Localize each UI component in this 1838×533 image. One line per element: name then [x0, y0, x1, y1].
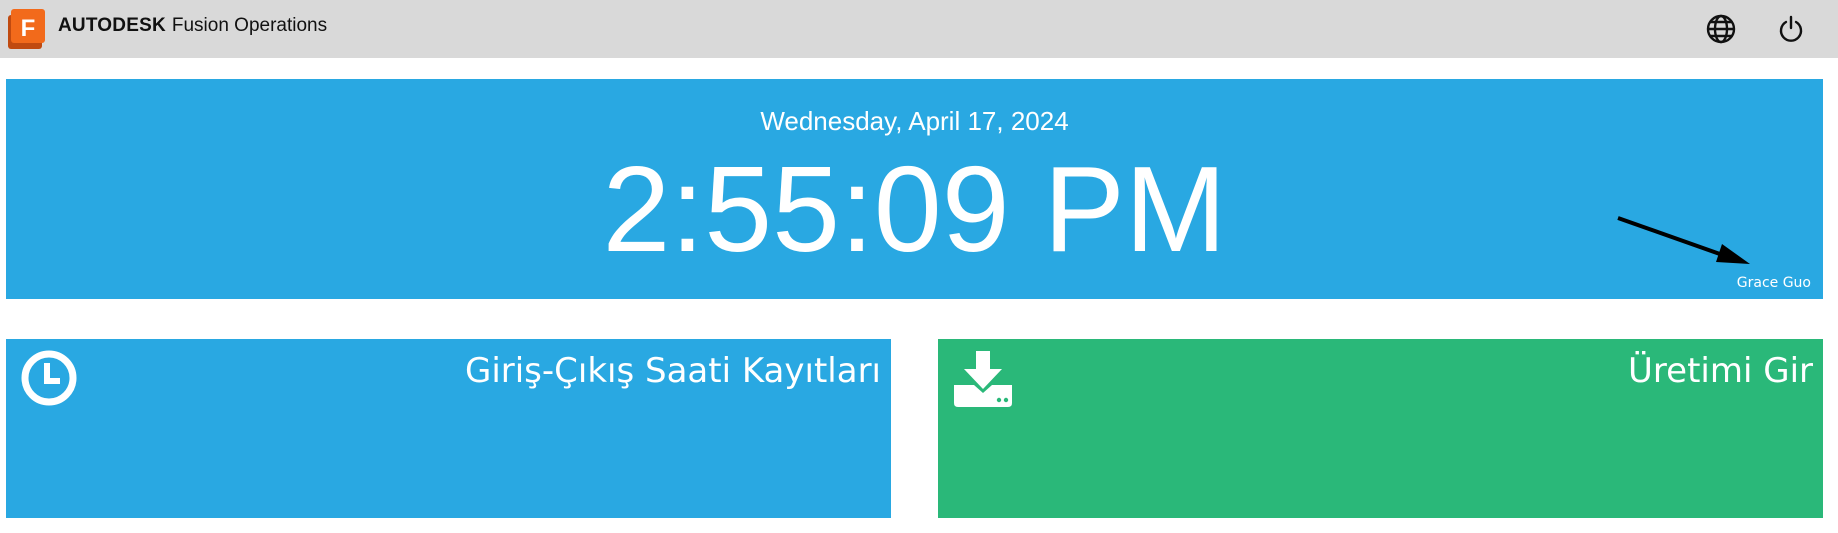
app-title: AUTODESK Fusion Operations — [58, 14, 327, 38]
clock-icon — [20, 349, 78, 412]
arrow-annotation — [1617, 216, 1750, 264]
tile-label: Üretimi Gir — [1628, 351, 1813, 391]
tile-label: Giriş-Çıkış Saati Kayıtları — [464, 351, 881, 391]
enter-production-tile[interactable]: Üretimi Gir — [938, 339, 1823, 518]
globe-icon[interactable] — [1704, 12, 1738, 46]
brand-autodesk: AUTODESK — [58, 15, 166, 36]
power-icon[interactable] — [1774, 12, 1808, 46]
clock-in-out-records-tile[interactable]: Giriş-Çıkış Saati Kayıtları — [6, 339, 891, 518]
brand-product: Fusion Operations — [171, 15, 328, 36]
download-icon — [952, 349, 1016, 414]
top-bar: F AUTODESK Fusion Operations — [0, 0, 1838, 58]
logo-letter: F — [21, 15, 36, 42]
fusion-logo: F — [8, 9, 48, 49]
current-time: 2:55:09 PM — [602, 141, 1227, 277]
current-date: Wednesday, April 17, 2024 — [760, 106, 1069, 136]
user-name: Grace Guo — [1736, 275, 1811, 291]
clock-panel: Wednesday, April 17, 2024 2:55:09 PM Gra… — [6, 79, 1823, 299]
